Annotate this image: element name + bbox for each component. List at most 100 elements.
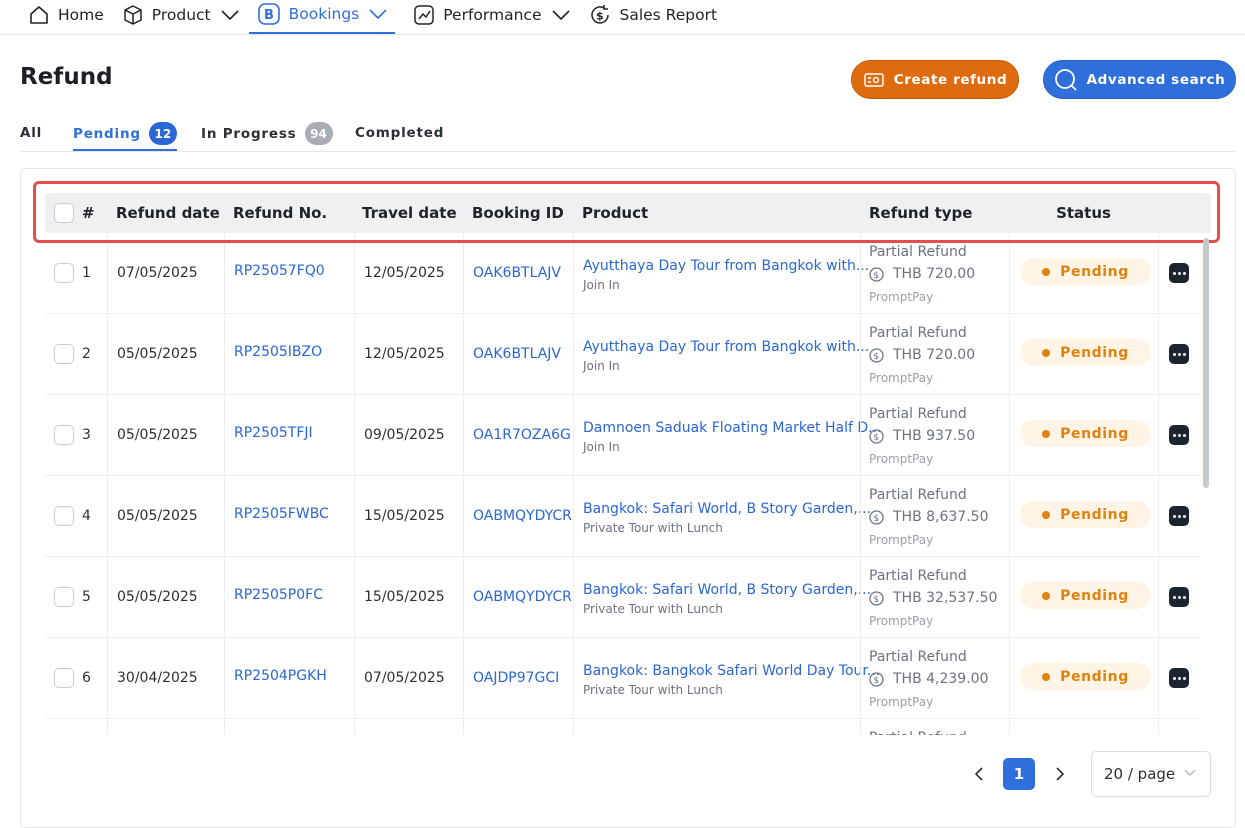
product-link[interactable]: Ayutthaya Day Tour from Bangkok with... <box>583 339 869 355</box>
cell-travel-date: 07/05/2025 <box>354 638 463 719</box>
create-refund-button[interactable]: Create refund <box>851 60 1019 99</box>
tab-pending[interactable]: Pending 12 <box>73 122 177 151</box>
cell-travel-date: 12/05/2025 <box>354 314 463 395</box>
cell-refund-type: Partial Refund $ THB 720.00 PromptPay <box>860 314 1009 395</box>
row-actions-button[interactable] <box>1169 668 1189 688</box>
refund-type: Partial Refund <box>869 406 967 422</box>
refund-type: Partial Refund <box>869 649 967 665</box>
product-link[interactable]: Ayutthaya Day Tour from Bangkok with... <box>583 258 869 274</box>
svg-text:$: $ <box>873 352 879 362</box>
table-row: 5 05/05/2025 RP2505P0FC 15/05/2025 OABMQYDYC… <box>45 557 1200 638</box>
cell-sel <box>45 719 107 735</box>
booking-id-link[interactable]: OABMQYDYCR <box>473 508 572 524</box>
cell-refund-date: 07/05/2025 <box>107 233 224 314</box>
page-size-select[interactable]: 20 / page <box>1091 751 1211 797</box>
tab-all[interactable]: All <box>20 125 42 141</box>
status-label: Pending <box>1060 425 1129 442</box>
row-checkbox[interactable] <box>54 506 74 526</box>
refund-no-link[interactable]: RP2505P0FC <box>234 587 323 603</box>
row-checkbox[interactable] <box>54 587 74 607</box>
tab-completed-label: Completed <box>355 125 445 141</box>
tab-in-progress[interactable]: In Progress 94 <box>201 122 333 145</box>
booking-id-link[interactable]: OAK6BTLAJV <box>473 346 561 362</box>
product-link[interactable]: Bangkok: Bangkok Safari World Day Tour..… <box>583 663 880 679</box>
home-icon <box>30 6 48 24</box>
product-option: Private Tour with Lunch <box>583 602 723 616</box>
refund-type: Partial Refund <box>869 568 967 584</box>
dollar-refresh-icon: $ <box>590 5 609 24</box>
cell-product: Bangkok: Bangkok Safari World Day Tour..… <box>573 638 880 719</box>
cell-refund-type: Partial Refund $ THB 8,637.50 PromptPay <box>860 476 1009 557</box>
tab-completed[interactable]: Completed <box>355 125 444 141</box>
svg-text:B: B <box>264 8 274 23</box>
row-actions-button[interactable] <box>1169 425 1189 445</box>
booking-id-link[interactable]: OABMQYDYCR <box>473 589 572 605</box>
row-checkbox[interactable] <box>54 263 74 283</box>
pending-count-badge: 12 <box>148 122 177 145</box>
refund-date: 05/05/2025 <box>117 589 198 605</box>
status-label: Pending <box>1060 344 1129 361</box>
cell-refund-no: RP2505IBZO <box>224 314 354 395</box>
cell-refund-type: Partial Refund $ THB 32,537.50 PromptPay <box>860 557 1009 638</box>
cell-refund-date: 30/04/2025 <box>107 638 224 719</box>
chevron-down-icon <box>1184 769 1196 776</box>
cell-actions <box>1158 638 1200 719</box>
cell-product: Bangkok: Safari World, B Story Garden,..… <box>573 476 871 557</box>
cell-status <box>1009 719 1158 735</box>
status-label: Pending <box>1060 506 1129 523</box>
nav-performance[interactable]: Performance <box>413 0 570 30</box>
nav-home-label: Home <box>58 6 104 24</box>
status-label: Pending <box>1060 263 1129 280</box>
row-actions-button[interactable] <box>1169 263 1189 283</box>
product-link[interactable]: Damnoen Saduak Floating Market Half D... <box>583 420 882 436</box>
nav-home[interactable]: Home <box>28 0 104 30</box>
booking-id-link[interactable]: OAK6BTLAJV <box>473 265 561 281</box>
product-link[interactable]: Bangkok: Safari World, B Story Garden,..… <box>583 501 871 517</box>
nav-product[interactable]: Product <box>122 0 239 30</box>
advanced-search-button[interactable]: Advanced search <box>1043 60 1236 99</box>
refund-no-link[interactable]: RP25057FQ0 <box>234 263 325 279</box>
svg-text:$: $ <box>873 514 879 524</box>
dollar-circle-icon: $ <box>869 590 884 606</box>
row-actions-button[interactable] <box>1169 587 1189 607</box>
status-badge: Pending <box>1020 501 1151 528</box>
row-actions-button[interactable] <box>1169 506 1189 526</box>
chevron-down-icon <box>221 10 239 20</box>
refund-amount: $ THB 32,537.50 <box>869 590 997 606</box>
refund-amount: $ THB 937.50 <box>869 428 975 444</box>
cell-travel-date <box>354 719 463 735</box>
travel-date: 15/05/2025 <box>364 508 445 524</box>
nav-sales-report[interactable]: $ Sales Report <box>588 0 718 30</box>
row-checkbox[interactable] <box>54 425 74 445</box>
status-dot <box>1042 348 1051 357</box>
next-page-button[interactable] <box>1049 762 1069 786</box>
table-scrollbar[interactable] <box>1203 238 1209 488</box>
cell-status: Pending <box>1009 638 1158 719</box>
cell-booking-id: OAK6BTLAJV <box>463 314 573 395</box>
nav-bookings[interactable]: B Bookings <box>248 0 396 34</box>
refund-type: Partial Refund <box>869 730 967 735</box>
status-badge: Pending <box>1020 582 1151 609</box>
row-actions-button[interactable] <box>1169 344 1189 364</box>
refund-no-link[interactable]: RP2505TFJI <box>234 425 313 441</box>
product-link[interactable]: Bangkok: Safari World, B Story Garden,..… <box>583 582 871 598</box>
create-refund-label: Create refund <box>893 71 1008 88</box>
status-dot <box>1042 510 1051 519</box>
payment-method: PromptPay <box>869 533 934 547</box>
booking-id-link[interactable]: OAJDP97GCI <box>473 670 559 686</box>
booking-id-link[interactable]: OA1R7OZA6G <box>473 427 571 443</box>
refund-no-link[interactable]: RP2505FWBC <box>234 506 329 522</box>
cell-refund-type: Partial Refund $ THB 4,239.00 PromptPay <box>860 638 1009 719</box>
page-1-button[interactable]: 1 <box>1003 758 1035 790</box>
chevron-left-icon <box>974 767 983 781</box>
refund-no-link[interactable]: RP2505IBZO <box>234 344 322 360</box>
prev-page-button[interactable] <box>969 762 989 786</box>
refund-amount-value: THB 4,239.00 <box>893 671 989 687</box>
chevron-down-icon <box>551 10 570 20</box>
nav-sales-report-label: Sales Report <box>619 6 718 24</box>
row-checkbox[interactable] <box>54 344 74 364</box>
cell-refund-no: RP2505TFJI <box>224 395 354 476</box>
svg-text:$: $ <box>873 595 879 605</box>
row-checkbox[interactable] <box>54 668 74 688</box>
refund-no-link[interactable]: RP2504PGKH <box>234 668 327 684</box>
